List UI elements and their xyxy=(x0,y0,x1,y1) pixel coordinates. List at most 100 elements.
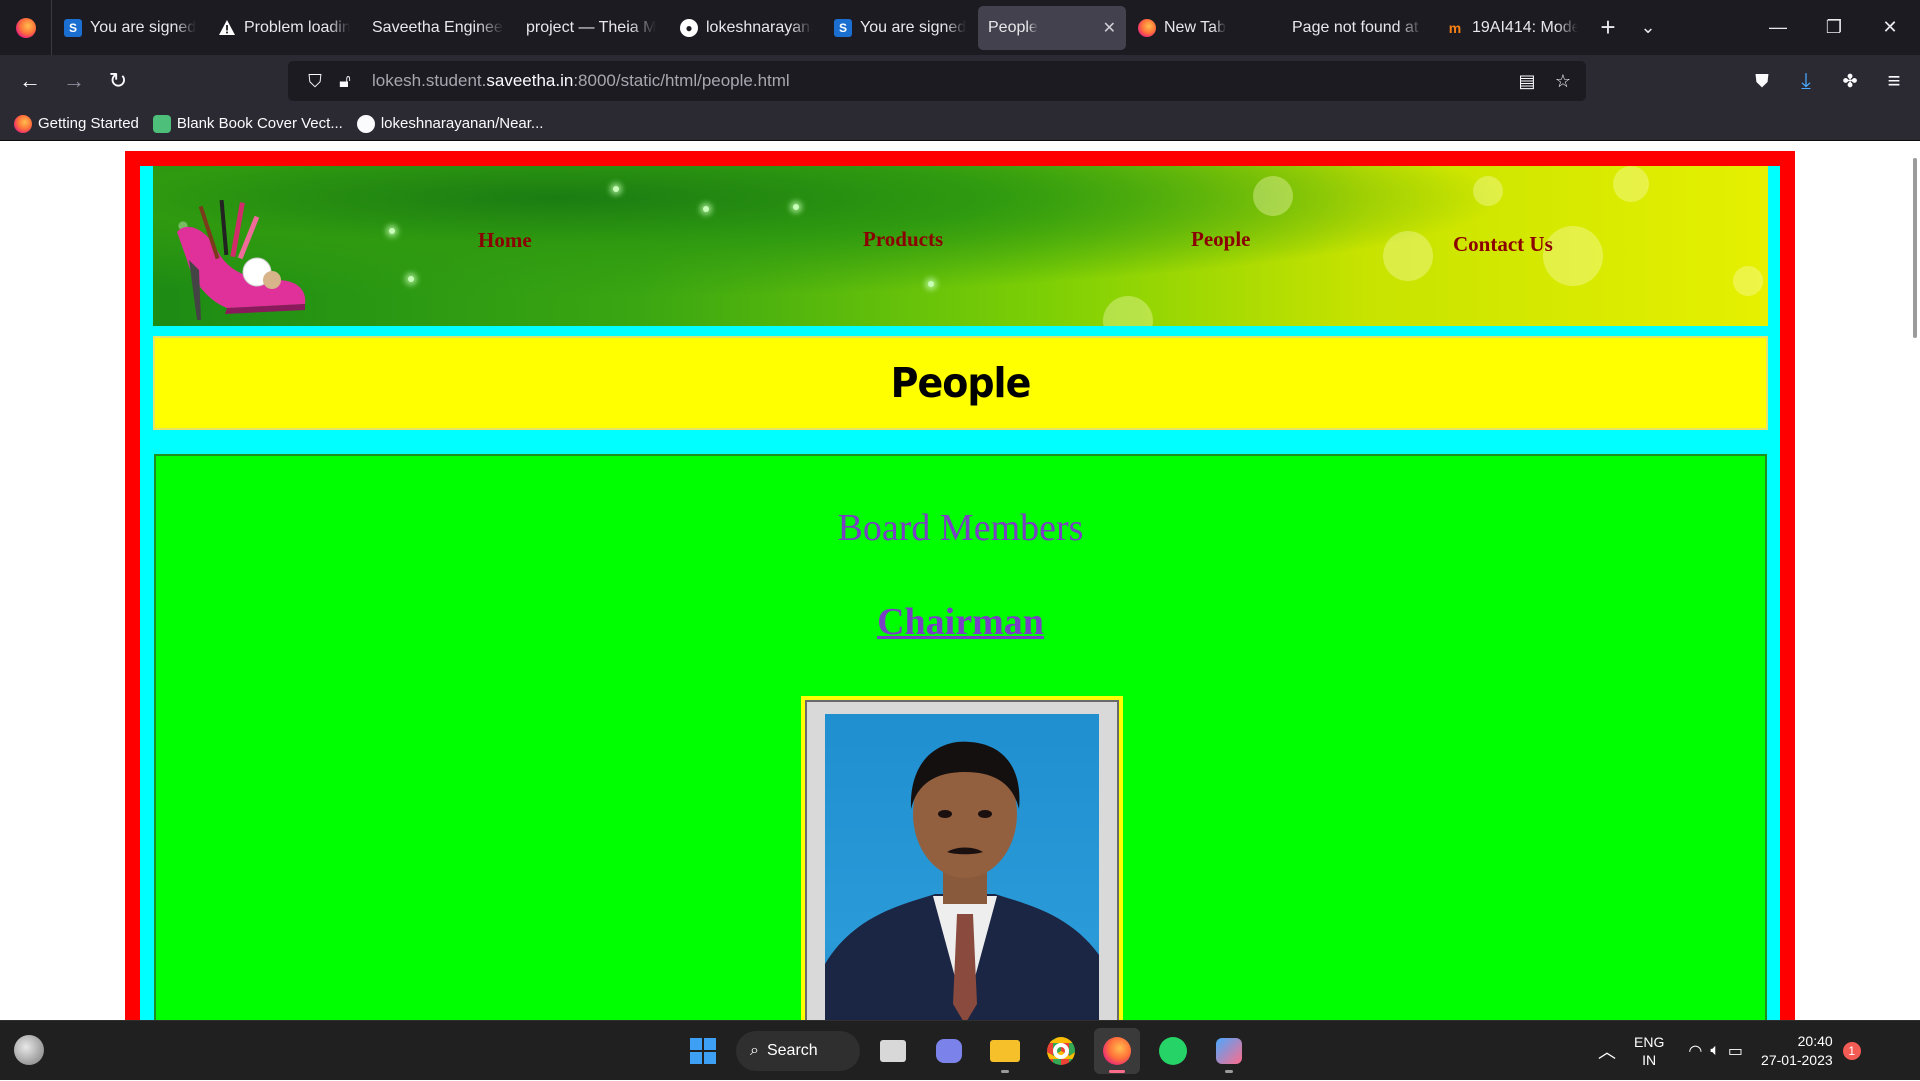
site-header-banner: Home Products People Contact Us xyxy=(153,166,1768,326)
start-windows-icon[interactable] xyxy=(680,1028,726,1074)
taskbar-apps: ⌕ Search xyxy=(680,1027,1252,1075)
pocket-icon[interactable]: ⛊ xyxy=(1740,61,1784,101)
wifi-icon[interactable]: ◠ xyxy=(1688,1041,1702,1061)
page-scrollbar[interactable] xyxy=(1913,158,1917,338)
board-members-heading: Board Members xyxy=(837,507,1084,549)
minimize-icon[interactable]: — xyxy=(1750,0,1806,55)
system-tray: ︿ ENG IN ◠ 🔈︎ ▭ 20:40 27-01-2023 1 xyxy=(1598,1021,1861,1081)
hamburger-menu-icon[interactable]: ≡ xyxy=(1872,61,1916,101)
github-icon xyxy=(356,114,375,133)
tab-10[interactable]: m 19AI414: Mode xyxy=(1436,6,1588,50)
tab-9[interactable]: Page not found at / xyxy=(1282,6,1434,50)
show-hidden-icons-chevron-icon[interactable]: ︿ xyxy=(1598,1038,1616,1064)
tab-title: lokeshnarayana xyxy=(706,18,812,36)
sololearn-s-icon: S xyxy=(64,18,82,37)
high-heel-shoe-logo[interactable] xyxy=(167,180,317,325)
bookmarks-toolbar: Getting Started Blank Book Cover Vect...… xyxy=(0,107,1920,141)
photo-mat xyxy=(805,700,1119,1020)
list-all-tabs-chevron-icon[interactable]: ⌄ xyxy=(1628,6,1668,50)
tab-title: People xyxy=(988,18,1038,36)
close-tab-icon[interactable]: ✕ xyxy=(1103,18,1116,38)
chairman-photo xyxy=(825,714,1099,1020)
tab-4[interactable]: project — Theia M xyxy=(516,6,668,50)
teams-chat-icon[interactable] xyxy=(926,1028,972,1074)
tab-5[interactable]: ● lokeshnarayana xyxy=(670,6,822,50)
windows-taskbar: ⌕ Search ︿ ENG IN ◠ 🔈︎ ▭ 20:40 27-01-202… xyxy=(0,1020,1920,1080)
firefox-icon xyxy=(1138,18,1156,37)
tab-2[interactable]: Problem loadin xyxy=(208,6,360,50)
tab-title: Page not found at / xyxy=(1292,18,1424,36)
notification-badge[interactable]: 1 xyxy=(1842,1042,1861,1060)
page-title-band: People xyxy=(153,336,1768,430)
moodle-icon: m xyxy=(1448,19,1462,36)
bookmark-star-icon[interactable]: ☆ xyxy=(1548,66,1578,96)
extensions-icon[interactable]: ✤ xyxy=(1828,61,1872,101)
clock-date: 27-01-2023 xyxy=(1761,1052,1833,1068)
chrome-icon[interactable] xyxy=(1038,1028,1084,1074)
tab-title: Saveetha Engineeri xyxy=(372,18,504,36)
taskbar-search-button[interactable]: ⌕ Search xyxy=(736,1031,860,1071)
weather-widget-icon[interactable] xyxy=(14,1035,44,1065)
firefox-icon xyxy=(14,114,32,133)
url-bar[interactable]: ⛉ 🔓︎ lokesh.student.saveetha.in:8000/sta… xyxy=(288,61,1586,101)
close-window-icon[interactable]: ✕ xyxy=(1862,0,1918,55)
nav-products-link[interactable]: Products xyxy=(863,227,943,252)
chairman-heading: Chairman xyxy=(877,601,1044,643)
reader-view-icon[interactable]: ▤ xyxy=(1512,66,1542,96)
clock-time: 20:40 xyxy=(1797,1033,1833,1049)
tab-3[interactable]: Saveetha Engineeri xyxy=(362,6,514,50)
reload-icon[interactable]: ↻ xyxy=(96,61,140,101)
nav-people-link[interactable]: People xyxy=(1191,227,1250,252)
nav-contact-link[interactable]: Contact Us xyxy=(1453,232,1553,257)
board-members-panel: Board Members Chairman xyxy=(154,454,1767,1020)
sololearn-s-icon: S xyxy=(834,18,852,37)
search-label: Search xyxy=(766,1042,818,1059)
file-explorer-icon[interactable] xyxy=(982,1028,1028,1074)
battery-icon[interactable]: ▭ xyxy=(1728,1041,1743,1061)
chairman-photo-frame xyxy=(801,696,1123,1020)
snipping-tool-icon[interactable] xyxy=(1206,1028,1252,1074)
bookmark-label: Blank Book Cover Vect... xyxy=(176,115,343,132)
person-portrait-image xyxy=(825,741,1099,1020)
warning-icon xyxy=(218,19,236,37)
bookmark-github-repo[interactable]: lokeshnarayanan/Near... xyxy=(356,114,544,133)
back-arrow-icon[interactable]: ← xyxy=(8,61,52,101)
page-title: People xyxy=(890,359,1032,407)
navigation-toolbar: ← → ↻ ⛉ 🔓︎ lokesh.student.saveetha.in:80… xyxy=(0,55,1920,107)
restore-icon[interactable]: ❐ xyxy=(1806,0,1862,55)
url-text[interactable]: lokesh.student.saveetha.in:8000/static/h… xyxy=(372,71,790,91)
nav-home-link[interactable]: Home xyxy=(478,228,532,253)
tab-title: New Tab xyxy=(1164,18,1226,36)
tab-8[interactable]: New Tab xyxy=(1128,6,1280,50)
bookmark-label: Getting Started xyxy=(38,115,139,132)
whatsapp-icon[interactable] xyxy=(1150,1028,1196,1074)
tracking-shield-icon[interactable]: ⛉ xyxy=(300,66,330,96)
firefox-taskbar-icon[interactable] xyxy=(1094,1028,1140,1074)
region-code: IN xyxy=(1642,1052,1657,1068)
tab-1[interactable]: S You are signed xyxy=(54,6,206,50)
new-tab-icon[interactable]: + xyxy=(1588,6,1628,50)
toolbar-right: ⛊ ⤓ ✤ ≡ xyxy=(1740,55,1916,107)
tab-6[interactable]: S You are signed xyxy=(824,6,976,50)
task-view-icon[interactable] xyxy=(870,1028,916,1074)
language-code: ENG xyxy=(1634,1034,1665,1050)
page-viewport: Home Products People Contact Us People B… xyxy=(0,142,1920,1020)
clock[interactable]: 20:40 27-01-2023 xyxy=(1761,1032,1833,1070)
downloads-icon[interactable]: ⤓ xyxy=(1784,61,1828,101)
bookmark-blank-book-cover[interactable]: Blank Book Cover Vect... xyxy=(152,114,343,133)
tab-title: 19AI414: Mode xyxy=(1472,18,1578,36)
tab-bar: S You are signed Problem loadin Saveetha… xyxy=(0,0,1920,55)
firefox-menu-icon[interactable] xyxy=(0,0,52,55)
tab-active-people[interactable]: People ✕ xyxy=(978,5,1126,50)
tab-title: project — Theia M xyxy=(526,18,657,36)
tab-title: You are signed xyxy=(90,18,196,36)
tab-title: Problem loadin xyxy=(244,18,350,36)
insecure-lock-icon[interactable]: 🔓︎ xyxy=(330,66,360,96)
search-icon: ⌕ xyxy=(750,1042,759,1059)
tab-title: You are signed xyxy=(860,18,966,36)
volume-icon[interactable]: 🔈︎ xyxy=(1710,1042,1720,1060)
bookmark-label: lokeshnarayanan/Near... xyxy=(380,115,544,132)
bookmark-getting-started[interactable]: Getting Started xyxy=(14,114,139,133)
language-indicator[interactable]: ENG IN xyxy=(1634,1033,1664,1069)
forward-arrow-icon[interactable]: → xyxy=(52,61,96,101)
